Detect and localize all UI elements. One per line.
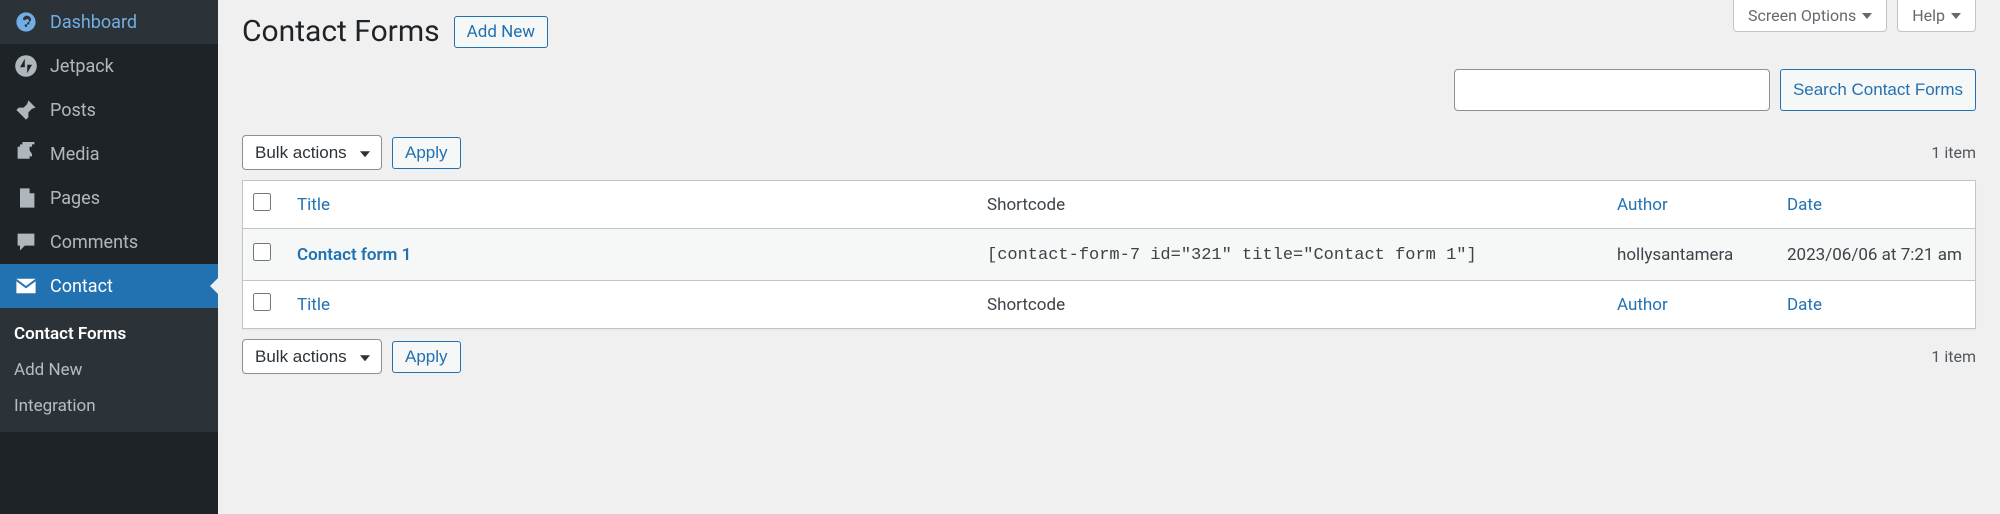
search-row: Search Contact Forms xyxy=(242,69,1976,111)
mail-icon xyxy=(14,274,38,298)
main-content: Screen Options Help Contact Forms Add Ne… xyxy=(218,0,2000,514)
column-shortcode: Shortcode xyxy=(977,181,1607,229)
caret-down-icon xyxy=(1951,13,1961,19)
row-date-cell: 2023/06/06 at 7:21 am xyxy=(1777,229,1975,280)
bulk-actions-top: Bulk actions Apply xyxy=(242,135,461,170)
contact-forms-table: Title Shortcode Author Date Contact form… xyxy=(242,180,1976,329)
sidebar-item-label: Posts xyxy=(50,100,96,121)
select-all-checkbox-footer[interactable] xyxy=(253,293,271,311)
pages-icon xyxy=(14,186,38,210)
comment-icon xyxy=(14,230,38,254)
column-author[interactable]: Author xyxy=(1607,181,1777,229)
screen-options-tab[interactable]: Screen Options xyxy=(1733,0,1887,32)
column-author-footer[interactable]: Author xyxy=(1607,280,1777,328)
apply-button-bottom[interactable]: Apply xyxy=(392,341,461,373)
sidebar-item-comments[interactable]: Comments xyxy=(0,220,218,264)
admin-sidebar: Dashboard Jetpack Posts Media Pages Comm… xyxy=(0,0,218,514)
sidebar-item-pages[interactable]: Pages xyxy=(0,176,218,220)
column-date-footer[interactable]: Date xyxy=(1777,280,1975,328)
bulk-action-select[interactable]: Bulk actions xyxy=(242,135,382,170)
row-shortcode-cell: [contact-form-7 id="321" title="Contact … xyxy=(977,229,1607,280)
submenu-add-new[interactable]: Add New xyxy=(0,352,218,388)
select-all-header xyxy=(243,181,287,229)
sidebar-item-label: Comments xyxy=(50,232,138,253)
row-author-cell: hollysantamera xyxy=(1607,229,1777,280)
row-checkbox-cell xyxy=(243,229,287,280)
sidebar-item-posts[interactable]: Posts xyxy=(0,88,218,132)
submenu-integration[interactable]: Integration xyxy=(0,388,218,424)
media-icon xyxy=(14,142,38,166)
dashboard-icon xyxy=(14,10,38,34)
table-header-row: Title Shortcode Author Date xyxy=(243,181,1975,229)
column-title-footer[interactable]: Title xyxy=(287,280,977,328)
items-count: 1 item xyxy=(1931,143,1976,162)
table-footer-row: Title Shortcode Author Date xyxy=(243,280,1975,328)
row-title-cell: Contact form 1 xyxy=(287,229,977,280)
column-title[interactable]: Title xyxy=(287,181,977,229)
row-shortcode[interactable]: [contact-form-7 id="321" title="Contact … xyxy=(987,246,1477,265)
jetpack-icon xyxy=(14,54,38,78)
submenu-contact-forms[interactable]: Contact Forms xyxy=(0,316,218,352)
sidebar-item-dashboard[interactable]: Dashboard xyxy=(0,0,218,44)
help-label: Help xyxy=(1912,6,1945,25)
tablenav-bottom: Bulk actions Apply 1 item xyxy=(242,339,1976,374)
page-title: Contact Forms xyxy=(242,14,440,49)
bulk-action-select-wrap: Bulk actions xyxy=(242,135,382,170)
pin-icon xyxy=(14,98,38,122)
sidebar-item-label: Media xyxy=(50,144,100,165)
sidebar-item-label: Pages xyxy=(50,188,100,209)
apply-button[interactable]: Apply xyxy=(392,137,461,169)
select-all-footer xyxy=(243,280,287,328)
table-row: Contact form 1 [contact-form-7 id="321" … xyxy=(243,229,1975,280)
items-count-bottom: 1 item xyxy=(1931,347,1976,366)
sidebar-item-label: Dashboard xyxy=(50,12,137,33)
sidebar-item-label: Contact xyxy=(50,276,113,297)
screen-meta-tabs: Screen Options Help xyxy=(1733,0,1976,32)
sidebar-item-jetpack[interactable]: Jetpack xyxy=(0,44,218,88)
row-checkbox[interactable] xyxy=(253,243,271,261)
page-header: Contact Forms Add New xyxy=(242,0,1976,49)
screen-options-label: Screen Options xyxy=(1748,6,1856,25)
sidebar-item-contact[interactable]: Contact xyxy=(0,264,218,308)
sidebar-item-media[interactable]: Media xyxy=(0,132,218,176)
sidebar-item-label: Jetpack xyxy=(50,56,114,77)
column-date[interactable]: Date xyxy=(1777,181,1975,229)
add-new-button[interactable]: Add New xyxy=(454,16,548,48)
search-button[interactable]: Search Contact Forms xyxy=(1780,69,1976,111)
bulk-action-select-wrap-bottom: Bulk actions xyxy=(242,339,382,374)
help-tab[interactable]: Help xyxy=(1897,0,1976,32)
caret-down-icon xyxy=(1862,13,1872,19)
search-input[interactable] xyxy=(1454,69,1770,111)
tablenav-top: Bulk actions Apply 1 item xyxy=(242,135,1976,170)
bulk-action-select-bottom[interactable]: Bulk actions xyxy=(242,339,382,374)
bulk-actions-bottom: Bulk actions Apply xyxy=(242,339,461,374)
row-title-link[interactable]: Contact form 1 xyxy=(297,245,411,265)
column-shortcode-footer: Shortcode xyxy=(977,280,1607,328)
select-all-checkbox[interactable] xyxy=(253,193,271,211)
sidebar-submenu: Contact Forms Add New Integration xyxy=(0,308,218,432)
